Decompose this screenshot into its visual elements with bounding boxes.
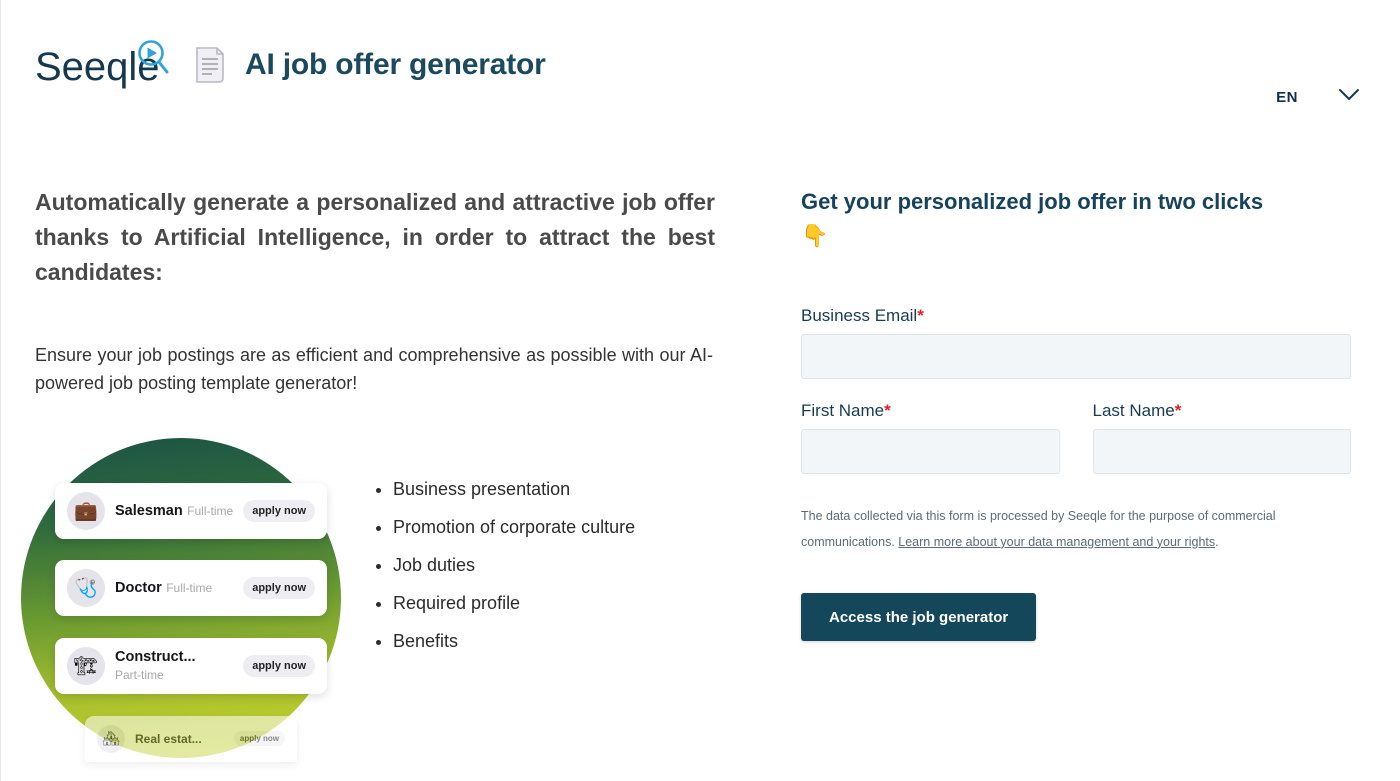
privacy-notice: The data collected via this form is proc… bbox=[801, 504, 1321, 555]
job-title: Salesman bbox=[115, 502, 183, 519]
pointing-down-icon: 👇 bbox=[801, 224, 829, 250]
job-card-meta: Doctor Full-time bbox=[115, 579, 243, 597]
first-name-block: First Name* bbox=[801, 401, 1060, 475]
main-content: Automatically generate a personalized an… bbox=[1, 150, 1400, 768]
first-name-label: First Name* bbox=[801, 401, 1060, 421]
required-asterisk: * bbox=[917, 306, 924, 326]
job-subtitle: Part-time bbox=[115, 667, 164, 682]
last-name-input[interactable] bbox=[1092, 429, 1351, 475]
job-card-meta: Construct... Part-time bbox=[115, 648, 243, 684]
list-item: Required profile bbox=[393, 590, 635, 616]
required-asterisk: * bbox=[884, 401, 891, 421]
business-email-label-text: Business Email bbox=[801, 306, 918, 326]
form-heading-text: Get your personalized job offer in two c… bbox=[801, 189, 1264, 214]
business-email-label: Business Email* bbox=[801, 306, 1351, 326]
apply-now-button[interactable]: apply now bbox=[243, 576, 315, 599]
last-name-label: Last Name* bbox=[1093, 401, 1352, 421]
house-icon: 🏘 bbox=[97, 724, 125, 753]
name-fields-row: First Name* Last Name* bbox=[801, 401, 1351, 492]
illustration-and-bullets: 💼 Salesman Full-time apply now 🩺 Doctor … bbox=[21, 437, 751, 768]
page-header: Seeqle AI job offer generator EN bbox=[1, 0, 1400, 150]
brand-row: Seeqle AI job offer generator bbox=[35, 36, 546, 94]
stethoscope-icon: 🩺 bbox=[67, 568, 105, 607]
job-subtitle: Full-time bbox=[166, 580, 213, 595]
crane-icon: 🏗 bbox=[67, 646, 105, 685]
job-card-doctor[interactable]: 🩺 Doctor Full-time apply now bbox=[55, 559, 327, 616]
job-card-meta: Real estat... bbox=[135, 730, 234, 748]
seeqle-logo-icon: Seeqle bbox=[35, 40, 169, 89]
page-document-icon bbox=[193, 46, 227, 86]
headline: Automatically generate a personalized an… bbox=[35, 189, 715, 285]
job-subtitle: Full-time bbox=[187, 503, 234, 518]
business-email-block: Business Email* bbox=[801, 306, 1351, 380]
last-name-label-text: Last Name bbox=[1092, 401, 1175, 421]
job-title: Doctor bbox=[115, 579, 162, 596]
language-code: EN bbox=[1276, 89, 1298, 106]
apply-now-button[interactable]: apply now bbox=[233, 731, 285, 747]
required-asterisk: * bbox=[1174, 401, 1182, 421]
first-name-input[interactable] bbox=[801, 429, 1060, 475]
list-item: Business presentation bbox=[393, 476, 635, 502]
lead-form: Get your personalized job offer in two c… bbox=[791, 150, 1400, 768]
page-title: AI job offer generator bbox=[245, 48, 546, 81]
list-item: Benefits bbox=[393, 628, 635, 654]
first-name-label-text: First Name bbox=[801, 401, 885, 421]
job-title: Construct... bbox=[115, 648, 196, 665]
landing-page: Seeqle AI job offer generator EN Automat… bbox=[0, 0, 1400, 781]
lede-paragraph: Ensure your job postings are as efficien… bbox=[35, 344, 713, 393]
briefcase-icon: 💼 bbox=[67, 491, 105, 530]
job-card-real-estate[interactable]: 🏘 Real estat... apply now bbox=[85, 715, 297, 762]
submit-button[interactable]: Access the job generator bbox=[801, 593, 1037, 642]
seeqle-logo[interactable]: Seeqle bbox=[35, 36, 175, 94]
chevron-down-icon[interactable] bbox=[1338, 88, 1360, 107]
job-card-construction[interactable]: 🏗 Construct... Part-time apply now bbox=[55, 637, 327, 694]
apply-now-button[interactable]: apply now bbox=[243, 654, 315, 677]
privacy-policy-link[interactable]: Learn more about your data management an… bbox=[898, 535, 1215, 549]
list-item: Job duties bbox=[393, 552, 635, 578]
business-email-input[interactable] bbox=[801, 334, 1351, 380]
apply-now-button[interactable]: apply now bbox=[243, 499, 315, 522]
job-card-meta: Salesman Full-time bbox=[115, 502, 243, 520]
job-title: Real estat... bbox=[135, 731, 202, 746]
job-cards-illustration: 💼 Salesman Full-time apply now 🩺 Doctor … bbox=[21, 437, 341, 768]
form-heading: Get your personalized job offer in two c… bbox=[801, 185, 1291, 254]
left-column: Automatically generate a personalized an… bbox=[1, 150, 791, 768]
feature-bullet-list: Business presentation Promotion of corpo… bbox=[371, 476, 635, 666]
last-name-block: Last Name* bbox=[1092, 401, 1352, 475]
language-selector[interactable]: EN bbox=[1276, 88, 1360, 107]
list-item: Promotion of corporate culture bbox=[393, 514, 635, 540]
privacy-notice-tail: . bbox=[1215, 534, 1219, 549]
job-card-salesman[interactable]: 💼 Salesman Full-time apply now bbox=[55, 482, 327, 539]
